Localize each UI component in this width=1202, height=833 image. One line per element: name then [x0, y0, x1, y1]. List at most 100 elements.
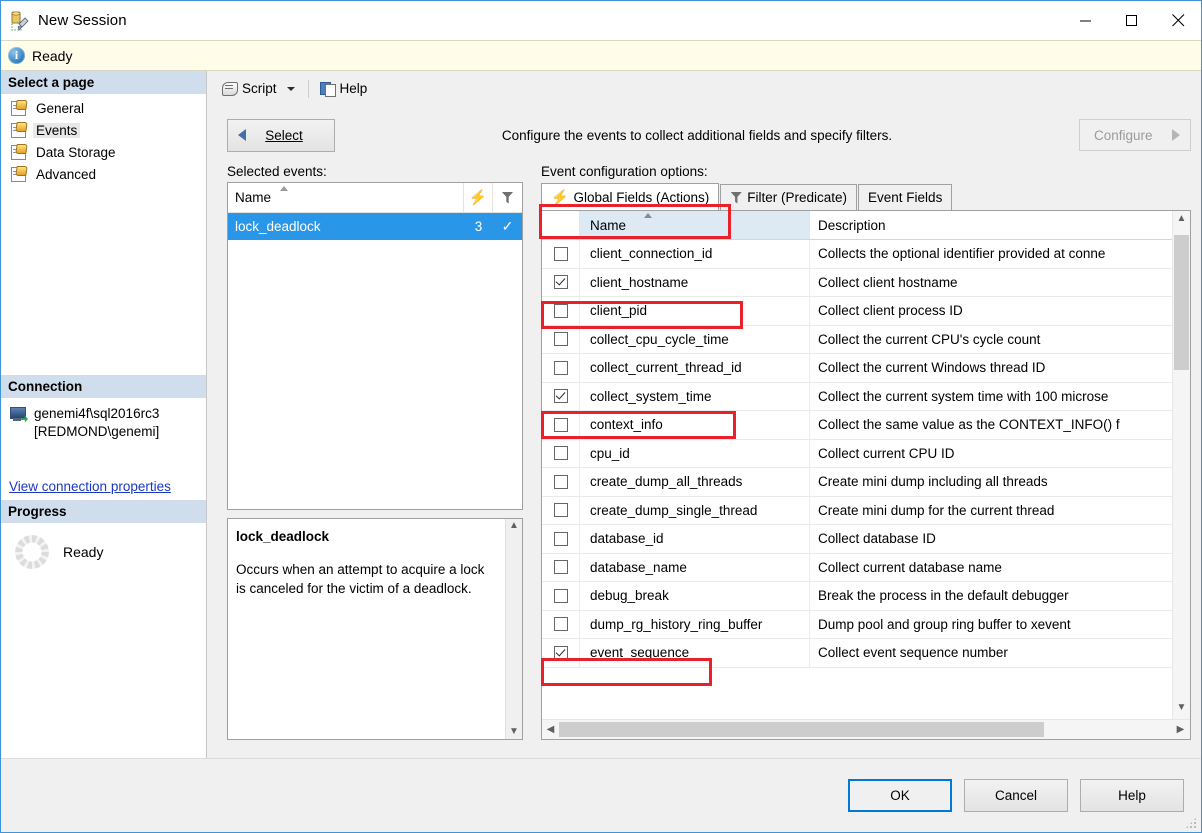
global-fields-rows: client_connection_id Collects the optiona… [542, 240, 1172, 719]
table-row[interactable]: dump_rg_history_ring_buffer Dump pool and… [542, 610, 1172, 639]
selected-events-actions-column-header[interactable]: ⚡ [464, 183, 493, 212]
field-name: cpu_id [580, 439, 810, 467]
script-dropdown-button[interactable] [281, 77, 301, 101]
checkbox-unchecked-icon[interactable] [553, 617, 568, 632]
row-checkbox-cell[interactable] [542, 354, 580, 382]
row-checkbox-cell[interactable] [542, 525, 580, 553]
minimize-icon[interactable] [1063, 1, 1109, 40]
sidebar-item-advanced[interactable]: Advanced [1, 163, 206, 185]
name-column-header[interactable]: Name [580, 211, 810, 239]
row-checkbox-cell[interactable] [542, 496, 580, 524]
description-scrollbar[interactable]: ▲ ▼ [505, 519, 522, 739]
new-session-icon [10, 10, 30, 31]
field-description: Collect the same value as the CONTEXT_IN… [818, 417, 1120, 433]
sidebar-item-data-storage[interactable]: Data Storage [1, 141, 206, 163]
sidebar-item-label: Advanced [36, 166, 97, 182]
description-column-header[interactable]: Description [810, 211, 1172, 239]
checkbox-unchecked-icon[interactable] [553, 588, 568, 603]
table-row[interactable]: create_dump_all_threads Create mini dump … [542, 468, 1172, 497]
tab-filter-predicate[interactable]: Filter (Predicate) [720, 184, 858, 210]
selected-events-filter-column-header[interactable] [493, 183, 522, 212]
view-connection-properties-link[interactable]: View connection properties [9, 479, 171, 494]
configure-button[interactable]: Configure [1079, 119, 1191, 151]
sidebar-item-general[interactable]: General [1, 97, 206, 119]
table-row[interactable]: debug_break Break the process in the defa… [542, 582, 1172, 611]
table-row[interactable]: client_hostname Collect client hostname [542, 268, 1172, 297]
checkbox-unchecked-icon[interactable] [553, 417, 568, 432]
checkbox-unchecked-icon[interactable] [553, 360, 568, 375]
field-name: context_info [580, 411, 810, 439]
global-fields-grid[interactable]: Name Description client_connection_id Col… [541, 211, 1191, 740]
ok-button[interactable]: OK [848, 779, 952, 812]
table-row[interactable]: database_id Collect database ID [542, 525, 1172, 554]
chevron-right-icon[interactable]: ▶ [1172, 724, 1189, 735]
script-icon [221, 81, 238, 96]
table-row[interactable]: create_dump_single_thread Create mini dum… [542, 496, 1172, 525]
row-checkbox-cell[interactable] [542, 268, 580, 296]
row-checkbox-cell[interactable] [542, 325, 580, 353]
grid-vertical-scrollbar[interactable]: ▲ ▼ [1172, 211, 1190, 719]
close-icon[interactable] [1155, 1, 1201, 40]
chevron-left-icon[interactable]: ◀ [542, 724, 559, 735]
row-checkbox-cell[interactable] [542, 240, 580, 268]
checkbox-unchecked-icon[interactable] [553, 332, 568, 347]
maximize-icon[interactable] [1109, 1, 1155, 40]
tab-event-fields[interactable]: Event Fields [858, 184, 953, 210]
table-row[interactable]: collect_system_time Collect the current s… [542, 382, 1172, 411]
chevron-up-icon[interactable]: ▲ [509, 521, 519, 531]
page-icon [11, 144, 28, 160]
field-name: create_dump_single_thread [580, 496, 810, 524]
help-button[interactable]: Help [316, 77, 372, 101]
table-row[interactable]: client_pid Collect client process ID [542, 297, 1172, 326]
table-row[interactable]: database_name Collect current database na… [542, 553, 1172, 582]
row-checkbox-cell[interactable] [542, 610, 580, 638]
row-checkbox-cell[interactable] [542, 439, 580, 467]
checkbox-unchecked-icon[interactable] [553, 303, 568, 318]
script-button[interactable]: Script [217, 77, 281, 101]
selected-events-grid[interactable]: Name ⚡ lock_deadlock 3 ✓ [227, 182, 523, 510]
row-checkbox-cell[interactable] [542, 639, 580, 667]
help-button-footer[interactable]: Help [1080, 779, 1184, 812]
row-checkbox-cell[interactable] [542, 297, 580, 325]
checkbox-unchecked-icon[interactable] [553, 474, 568, 489]
table-row[interactable]: collect_cpu_cycle_time Collect the curren… [542, 325, 1172, 354]
scrollbar-thumb[interactable] [1174, 235, 1189, 370]
checkbox-unchecked-icon[interactable] [553, 503, 568, 518]
selected-events-name-column-header[interactable]: Name [228, 183, 464, 212]
checkbox-column-header [542, 211, 580, 239]
grid-horizontal-scrollbar[interactable]: ◀ ▶ [542, 719, 1190, 739]
sidebar-item-events[interactable]: Events [1, 119, 206, 141]
table-row[interactable]: event_sequence Collect event sequence num… [542, 639, 1172, 668]
selected-events-label: Selected events: [227, 164, 327, 179]
event-actions-count: 3 [474, 219, 483, 234]
table-row[interactable]: cpu_id Collect current CPU ID [542, 439, 1172, 468]
checkbox-unchecked-icon[interactable] [553, 560, 568, 575]
toolbar: Script Help [207, 71, 1201, 106]
row-checkbox-cell[interactable] [542, 553, 580, 581]
field-name: client_pid [580, 297, 810, 325]
table-row[interactable]: collect_current_thread_id Collect the cur… [542, 354, 1172, 383]
chevron-up-icon[interactable]: ▲ [1177, 211, 1187, 227]
checkbox-checked-icon[interactable] [553, 389, 568, 404]
table-row[interactable]: context_info Collect the same value as th… [542, 411, 1172, 440]
table-row[interactable]: lock_deadlock 3 ✓ [228, 213, 522, 240]
tab-global-fields[interactable]: ⚡ Global Fields (Actions) [541, 183, 720, 210]
chevron-down-icon[interactable]: ▼ [1177, 700, 1187, 716]
field-description: Collect current CPU ID [818, 445, 955, 461]
chevron-down-icon[interactable]: ▼ [509, 727, 519, 737]
resize-grip[interactable] [1185, 817, 1197, 829]
checkbox-unchecked-icon[interactable] [553, 531, 568, 546]
row-checkbox-cell[interactable] [542, 582, 580, 610]
row-checkbox-cell[interactable] [542, 411, 580, 439]
checkbox-unchecked-icon[interactable] [553, 246, 568, 261]
row-checkbox-cell[interactable] [542, 382, 580, 410]
scrollbar-thumb[interactable] [559, 722, 1044, 737]
checkbox-checked-icon[interactable] [553, 275, 568, 290]
cancel-button[interactable]: Cancel [964, 779, 1068, 812]
checkbox-unchecked-icon[interactable] [553, 446, 568, 461]
checkbox-checked-icon[interactable] [553, 645, 568, 660]
row-checkbox-cell[interactable] [542, 468, 580, 496]
select-button[interactable]: Select [227, 118, 335, 152]
tab-label: Global Fields (Actions) [573, 189, 710, 205]
table-row[interactable]: client_connection_id Collects the optiona… [542, 240, 1172, 269]
